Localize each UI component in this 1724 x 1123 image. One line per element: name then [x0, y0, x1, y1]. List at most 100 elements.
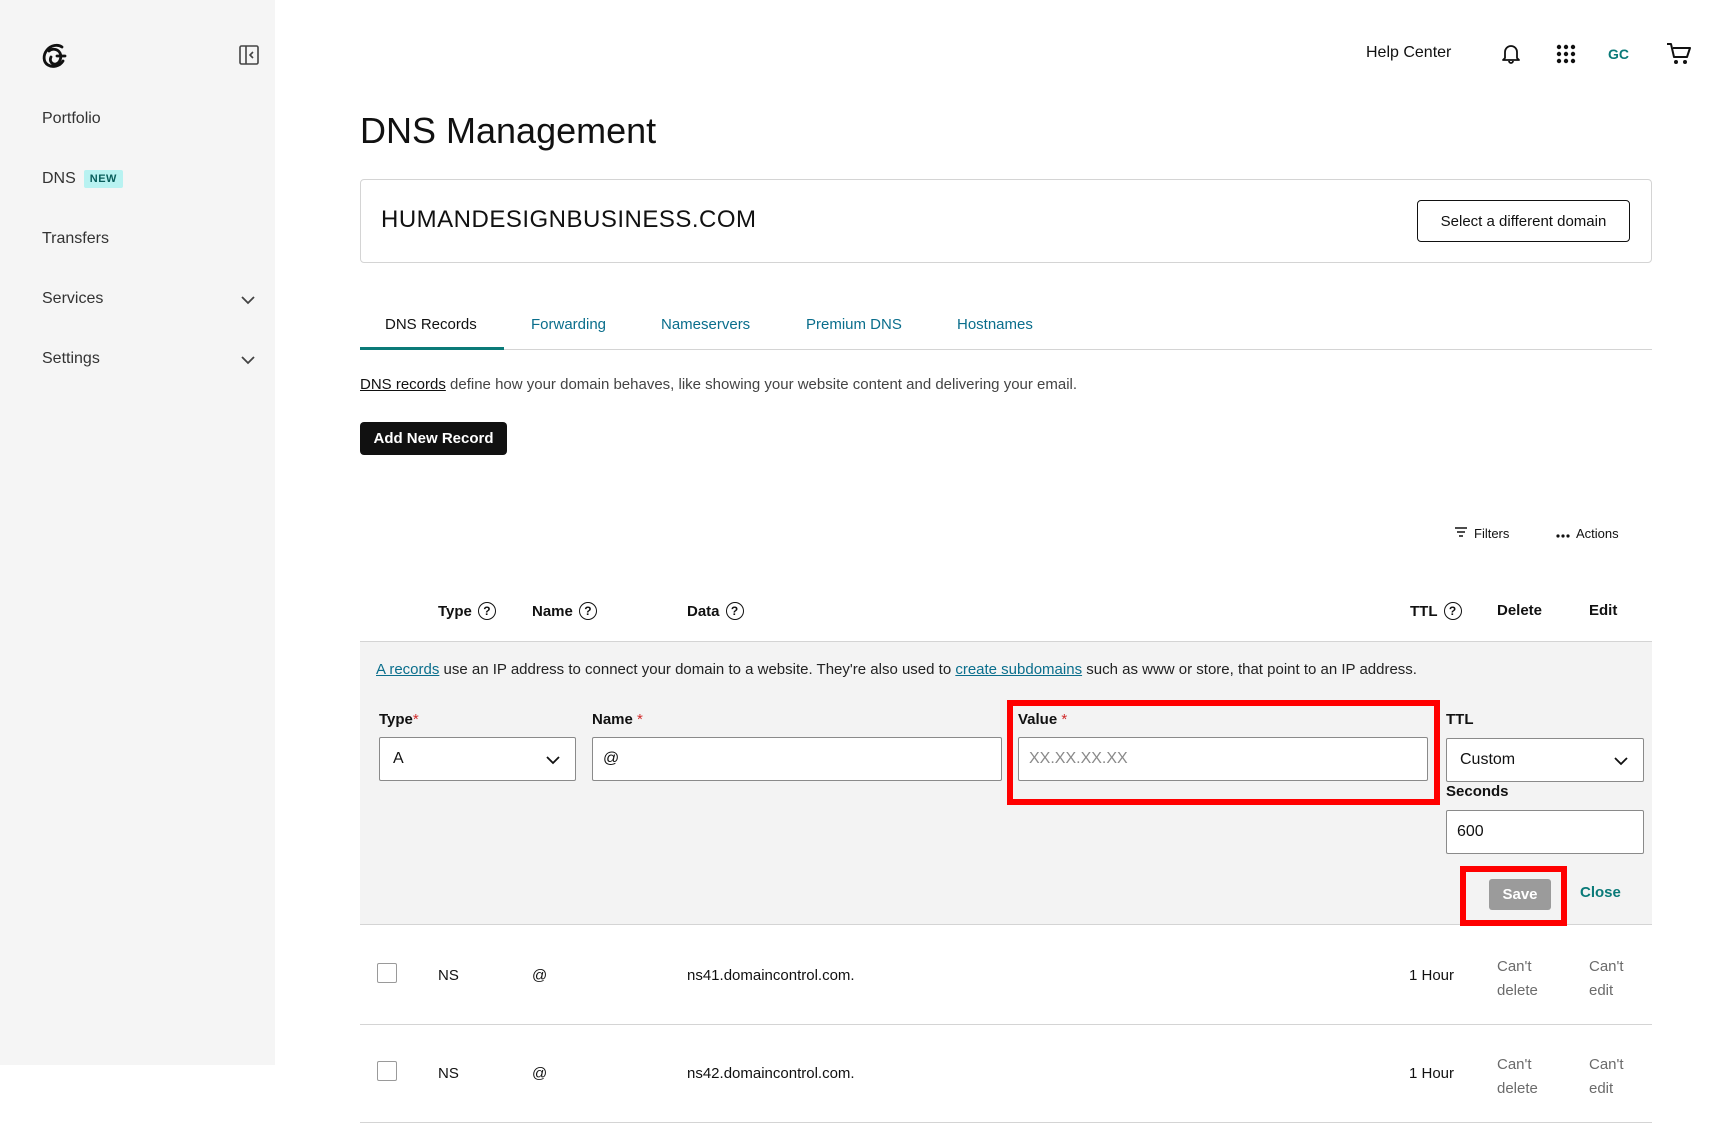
record-type-select[interactable]: A [379, 737, 576, 781]
sidebar-item-portfolio[interactable]: Portfolio [42, 110, 101, 128]
chevron-down-icon [545, 752, 561, 768]
bell-icon[interactable] [1500, 42, 1522, 69]
record-delete-status: Can't delete [1497, 958, 1538, 999]
chevron-down-icon[interactable] [240, 292, 256, 308]
intro-text: define how your domain behaves, like sho… [445, 376, 1078, 393]
column-header-ttl: TTL ? [1410, 602, 1462, 620]
row-checkbox[interactable] [377, 1061, 397, 1081]
apps-grid-icon[interactable] [1556, 44, 1576, 69]
name-label-text: Name [592, 711, 633, 728]
sidebar-item-label: DNS [42, 170, 76, 187]
more-horizontal-icon [1556, 526, 1570, 541]
create-subdomains-link[interactable]: create subdomains [955, 661, 1082, 678]
tab-forwarding[interactable]: Forwarding [531, 316, 606, 333]
record-edit-status: Can't edit [1589, 958, 1624, 999]
required-marker: * [412, 711, 419, 728]
help-icon[interactable]: ? [1443, 602, 1462, 620]
tab-hostnames[interactable]: Hostnames [957, 316, 1033, 333]
dns-intro-text: DNS records define how your domain behav… [360, 376, 1077, 393]
actions-label: Actions [1576, 526, 1619, 541]
help-icon[interactable]: ? [725, 602, 744, 620]
type-label-text: Type [379, 711, 413, 728]
record-delete-status: Can't delete [1497, 1056, 1538, 1097]
column-header-data: Data ? [687, 602, 744, 620]
column-header-edit: Edit [1589, 602, 1617, 619]
filter-icon [1454, 526, 1468, 541]
sidebar-item-label: Services [42, 290, 104, 307]
add-record-panel: A records use an IP address to connect y… [360, 641, 1652, 926]
description-text: such as www or store, that point to an I… [1082, 661, 1417, 678]
help-icon[interactable]: ? [477, 602, 496, 620]
a-records-link[interactable]: A records [376, 661, 439, 678]
record-type-value: A [393, 750, 404, 767]
name-field-label: Name * [592, 711, 643, 728]
record-name: @ [532, 967, 548, 984]
sidebar-item-services[interactable]: Services [42, 290, 103, 308]
page-title: DNS Management [360, 110, 657, 151]
table-row: NS @ ns42.domaincontrol.com. 1 Hour Can'… [360, 1025, 1652, 1123]
record-ttl: 1 Hour [1409, 1065, 1455, 1082]
column-header-label: Edit [1589, 602, 1618, 619]
required-marker: * [637, 711, 643, 728]
sidebar-item-label: Portfolio [42, 110, 101, 127]
ttl-field-label: TTL [1446, 711, 1474, 728]
column-header-label: Name [532, 602, 573, 620]
dns-tabs: DNS Records Forwarding Nameservers Premi… [360, 300, 1652, 350]
help-center-link[interactable]: Help Center [1366, 44, 1451, 62]
account-avatar[interactable]: GC [1608, 46, 1629, 62]
sidebar-item-dns[interactable]: DNS NEW [42, 170, 123, 188]
required-marker: * [1061, 711, 1068, 728]
tab-premium-dns[interactable]: Premium DNS [806, 316, 902, 333]
record-name: @ [532, 1065, 548, 1082]
column-header-type: Type ? [438, 602, 496, 620]
type-field-label: Type* [379, 711, 419, 728]
column-header-label: Data [687, 602, 720, 620]
record-name-input[interactable] [592, 737, 1002, 781]
column-header-label: Delete [1497, 602, 1543, 619]
godaddy-logo[interactable] [40, 40, 72, 72]
ttl-value: Custom [1460, 751, 1516, 768]
record-edit-status: Can't edit [1589, 1056, 1624, 1097]
chevron-down-icon [1613, 753, 1629, 769]
new-badge: NEW [83, 170, 123, 188]
sidebar-item-settings[interactable]: Settings [42, 350, 100, 368]
record-ttl: 1 Hour [1409, 967, 1455, 984]
dns-records-link[interactable]: DNS records [360, 376, 446, 393]
description-text: use an IP address to connect your domain… [439, 661, 956, 678]
record-type: NS [438, 967, 459, 984]
seconds-field-label: Seconds [1446, 783, 1509, 800]
chevron-down-icon[interactable] [240, 352, 256, 368]
filters-button[interactable]: Filters [1454, 526, 1509, 541]
sidebar-item-label: Transfers [42, 230, 109, 247]
record-value-input[interactable] [1018, 737, 1428, 781]
tab-nameservers[interactable]: Nameservers [661, 316, 750, 333]
value-label-text: Value [1018, 711, 1058, 728]
filters-label: Filters [1474, 526, 1510, 541]
record-type: NS [438, 1065, 459, 1082]
collapse-sidebar-icon[interactable] [238, 44, 260, 66]
domain-name: HUMANDESIGNBUSINESS.COM [381, 206, 757, 233]
record-data: ns41.domaincontrol.com. [687, 967, 855, 984]
tab-dns-records[interactable]: DNS Records [385, 316, 477, 333]
record-data: ns42.domaincontrol.com. [687, 1065, 855, 1082]
active-tab-indicator [360, 347, 504, 350]
column-header-label: Type [438, 602, 472, 620]
column-header-label: TTL [1410, 602, 1438, 620]
a-record-description: A records use an IP address to connect y… [376, 661, 1417, 678]
domain-card: HUMANDESIGNBUSINESS.COM Select a differe… [360, 179, 1652, 263]
sidebar-item-transfers[interactable]: Transfers [42, 230, 109, 248]
ttl-select[interactable]: Custom [1446, 738, 1644, 782]
add-new-record-button[interactable]: Add New Record [360, 422, 507, 455]
close-button[interactable]: Close [1580, 884, 1621, 901]
column-header-delete: Delete [1497, 602, 1542, 619]
value-field-label: Value * [1018, 711, 1067, 728]
save-button[interactable]: Save [1489, 879, 1551, 910]
column-header-name: Name ? [532, 602, 597, 620]
cart-icon[interactable] [1666, 42, 1692, 71]
actions-button[interactable]: Actions [1556, 526, 1619, 541]
sidebar-item-label: Settings [42, 350, 100, 367]
help-icon[interactable]: ? [578, 602, 597, 620]
ttl-seconds-input[interactable] [1446, 810, 1644, 854]
select-different-domain-button[interactable]: Select a different domain [1417, 200, 1630, 242]
row-checkbox[interactable] [377, 963, 397, 983]
